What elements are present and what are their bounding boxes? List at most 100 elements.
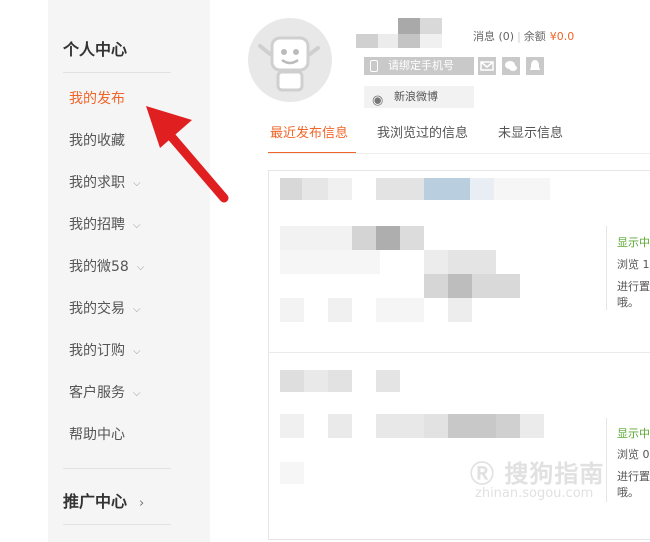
sidebar-item-label: 我的发布 xyxy=(69,91,125,107)
watermark-url: zhinan.sogou.com xyxy=(475,486,594,501)
watermark-text: 搜狗指南 xyxy=(504,460,605,488)
post-title-blur xyxy=(470,178,494,200)
chevron-right-icon: › xyxy=(139,496,145,511)
tab-hidden-posts[interactable]: 未显示信息 xyxy=(498,122,563,141)
avatar-robot-icon xyxy=(258,36,320,92)
weibo-bind-button[interactable]: ◉ 新浪微博 xyxy=(364,86,474,108)
sidebar-item-help-center[interactable]: 帮助中心 xyxy=(69,425,125,445)
sidebar-divider xyxy=(63,72,171,73)
post-detail-blur xyxy=(448,298,472,322)
post-detail-blur xyxy=(280,462,304,484)
post-detail-blur xyxy=(280,250,380,274)
red-arrow-annotation xyxy=(146,106,229,203)
post-detail-blur xyxy=(424,274,448,298)
post-detail-blur xyxy=(280,226,352,250)
post-detail-blur xyxy=(424,414,448,438)
chevron-down-icon: ⌵ xyxy=(133,346,141,357)
email-icon[interactable] xyxy=(478,57,496,75)
post-detail-blur xyxy=(424,250,448,274)
weibo-label: 新浪微博 xyxy=(394,90,438,103)
post-views: 浏览 1 xyxy=(617,258,650,271)
sidebar-item-wei58[interactable]: 我的微58 ⌵ xyxy=(69,257,144,277)
post-title-blur xyxy=(304,370,328,392)
sidebar-item-transactions[interactable]: 我的交易 ⌵ xyxy=(69,299,141,319)
sidebar-item-label: 帮助中心 xyxy=(69,427,125,443)
sogou-logo-icon: Ⓡ xyxy=(470,460,495,488)
post-title-blur xyxy=(328,178,352,200)
sidebar-item-label: 我的交易 xyxy=(69,301,125,317)
username-blur xyxy=(420,34,442,48)
post-title-blur xyxy=(376,370,400,392)
post-detail-blur xyxy=(376,226,400,250)
post-divider xyxy=(606,226,607,310)
phone-icon xyxy=(370,60,378,72)
post-title-blur xyxy=(280,178,302,200)
sidebar-item-label: 我的招聘 xyxy=(69,217,125,233)
post-detail-blur xyxy=(280,414,304,438)
qq-icon[interactable] xyxy=(526,57,544,75)
wechat-icon[interactable] xyxy=(502,57,520,75)
post-detail-blur xyxy=(496,414,520,438)
sidebar-item-subscriptions[interactable]: 我的订购 ⌵ xyxy=(69,341,141,361)
chevron-down-icon: ⌵ xyxy=(133,220,141,231)
promo-center-link[interactable]: 推广中心 › xyxy=(63,488,144,512)
post-note: 进行置 xyxy=(617,280,650,293)
post-views: 浏览 0 xyxy=(617,448,650,461)
sidebar-divider xyxy=(63,468,171,469)
post-note: 哦。 xyxy=(617,486,639,499)
sidebar-title: 个人中心 xyxy=(63,40,128,59)
sidebar-item-label: 我的收藏 xyxy=(69,133,125,149)
post-note: 哦。 xyxy=(617,296,639,309)
post-detail-blur xyxy=(448,274,472,298)
watermark: Ⓡ 搜狗指南 xyxy=(470,454,604,489)
post-separator xyxy=(268,352,650,353)
chevron-down-icon: ⌵ xyxy=(133,388,141,399)
bind-phone-button[interactable]: 请绑定手机号 xyxy=(364,57,474,75)
post-title-blur xyxy=(302,178,328,200)
tab-recent-posts[interactable]: 最近发布信息 xyxy=(270,122,348,141)
post-detail-blur xyxy=(448,414,496,438)
username-blur xyxy=(356,34,378,48)
sidebar-item-job-seeking[interactable]: 我的求职 ⌵ xyxy=(69,173,141,193)
balance-label: 余额 xyxy=(523,30,546,43)
promo-center-label: 推广中心 xyxy=(63,492,128,511)
weibo-icon: ◉ xyxy=(372,93,384,108)
sidebar-item-my-posts[interactable]: 我的发布 xyxy=(69,89,125,109)
sidebar-item-label: 我的求职 xyxy=(69,175,125,191)
tabs-divider xyxy=(268,153,650,154)
avatar[interactable] xyxy=(248,18,332,102)
post-title-blur xyxy=(328,370,352,392)
sidebar-item-favorites[interactable]: 我的收藏 xyxy=(69,131,125,151)
messages-link[interactable]: 消息 (0) xyxy=(473,30,514,43)
chevron-down-icon: ⌵ xyxy=(133,304,141,315)
post-detail-blur xyxy=(520,414,544,438)
username-blur xyxy=(420,18,442,34)
post-detail-blur xyxy=(472,274,520,298)
sidebar-item-label: 客户服务 xyxy=(69,385,125,401)
post-detail-blur xyxy=(352,226,376,250)
sidebar-item-label: 我的微58 xyxy=(69,259,129,275)
sidebar-item-recruitment[interactable]: 我的招聘 ⌵ xyxy=(69,215,141,235)
tab-browsed-posts[interactable]: 我浏览过的信息 xyxy=(377,122,468,141)
post-status: 显示中 xyxy=(617,236,650,249)
balance-value: ¥0.0 xyxy=(549,30,575,43)
sidebar-item-label: 我的订购 xyxy=(69,343,125,359)
chevron-down-icon: ⌵ xyxy=(136,262,145,273)
post-title-blur xyxy=(376,178,424,200)
sidebar-divider xyxy=(63,524,171,525)
post-detail-blur xyxy=(400,226,424,250)
post-detail-blur xyxy=(376,298,424,322)
bind-phone-label: 请绑定手机号 xyxy=(388,59,454,72)
sidebar-item-customer-service[interactable]: 客户服务 ⌵ xyxy=(69,383,141,403)
username-blur xyxy=(378,34,398,48)
sidebar: 个人中心 我的发布 我的收藏 我的求职 ⌵ 我的招聘 ⌵ 我的微58 ⌵ 我的交易 ⌵ … xyxy=(48,0,210,542)
post-detail-blur xyxy=(448,250,496,274)
account-info: 消息 (0) | 余额 ¥0.0 xyxy=(473,30,575,43)
post-detail-blur xyxy=(328,298,352,322)
post-status: 显示中 xyxy=(617,427,650,440)
post-title-blur xyxy=(424,178,470,200)
post-divider xyxy=(606,418,607,502)
post-detail-blur xyxy=(376,414,424,438)
post-title-blur xyxy=(494,178,550,200)
username-blur xyxy=(398,18,420,34)
